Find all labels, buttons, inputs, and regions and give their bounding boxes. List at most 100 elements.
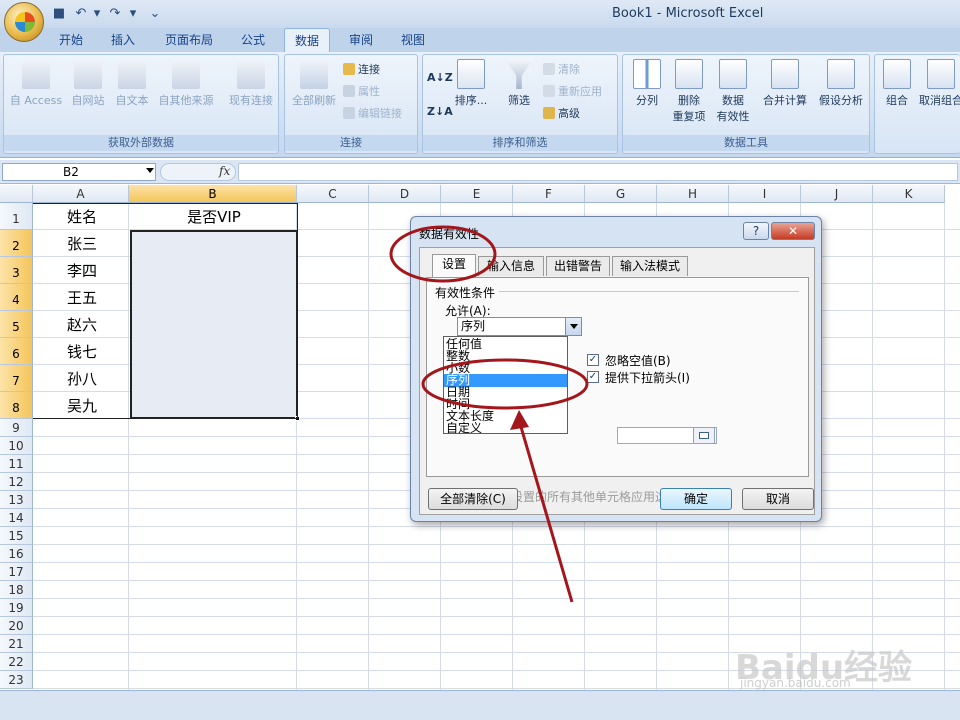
cell-a8[interactable]: 吴九 — [34, 393, 130, 419]
cell-a4[interactable]: 王五 — [34, 285, 130, 311]
cell-b1[interactable]: 是否VIP — [130, 204, 298, 230]
tab-view[interactable]: 视图 — [390, 28, 436, 52]
row-header-16[interactable]: 16 — [0, 545, 33, 563]
column-header-g[interactable]: G — [585, 185, 657, 203]
refresh-all-button[interactable]: 全部刷新 — [287, 59, 341, 108]
from-other-sources-button[interactable]: 自其他来源 — [154, 59, 218, 108]
tab-review[interactable]: 审阅 — [338, 28, 384, 52]
allow-dropdown-list[interactable]: 任何值 整数 小数 序列 日期 时间 文本长度 自定义 — [443, 336, 568, 434]
save-icon[interactable]: ■ — [50, 5, 68, 23]
row-header-17[interactable]: 17 — [0, 563, 33, 581]
collapse-dialog-button[interactable] — [693, 427, 715, 444]
row-header-8[interactable]: 8 — [0, 392, 33, 419]
redo-dropdown-icon[interactable]: ▾ — [124, 5, 142, 23]
column-header-c[interactable]: C — [297, 185, 369, 203]
cell-a6[interactable]: 钱七 — [34, 339, 130, 365]
cell-a3[interactable]: 李四 — [34, 258, 130, 284]
select-all-corner[interactable] — [0, 185, 33, 203]
tab-insert[interactable]: 插入 — [100, 28, 146, 52]
dialog-tab-settings[interactable]: 设置 — [432, 254, 476, 278]
dialog-tab-input-message[interactable]: 输入信息 — [478, 256, 544, 276]
row-header-2[interactable]: 2 — [0, 230, 33, 257]
insert-function-icon[interactable]: fx — [219, 164, 230, 178]
name-box[interactable]: B2 — [2, 163, 156, 181]
row-header-4[interactable]: 4 — [0, 284, 33, 311]
text-to-columns-button[interactable]: 分列 — [627, 59, 667, 108]
column-header-h[interactable]: H — [657, 185, 729, 203]
edit-links-button[interactable]: 编辑链接 — [343, 105, 402, 123]
row-header-1[interactable]: 1 — [0, 203, 33, 230]
help-button[interactable]: ? — [743, 222, 769, 240]
tab-page-layout[interactable]: 页面布局 — [156, 28, 222, 52]
row-header-13[interactable]: 13 — [0, 491, 33, 509]
ignore-blank-checkbox[interactable]: ✓ — [587, 354, 599, 366]
sort-ascending-button[interactable]: A↓Z — [427, 69, 453, 87]
properties-button[interactable]: 属性 — [343, 83, 380, 101]
row-header-12[interactable]: 12 — [0, 473, 33, 491]
row-header-5[interactable]: 5 — [0, 311, 33, 338]
from-web-button[interactable]: 自网站 — [66, 59, 110, 108]
column-header-b[interactable]: B — [129, 185, 297, 203]
ungroup-button[interactable]: 取消组合 — [919, 59, 960, 108]
row-header-15[interactable]: 15 — [0, 527, 33, 545]
dropdown-arrow-checkbox[interactable]: ✓ — [587, 371, 599, 383]
allow-option[interactable]: 自定义 — [444, 422, 567, 435]
allow-select[interactable]: 序列 — [457, 317, 582, 336]
row-header-23[interactable]: 23 — [0, 671, 33, 689]
ok-button[interactable]: 确定 — [660, 488, 732, 510]
row-header-11[interactable]: 11 — [0, 455, 33, 473]
row-header-22[interactable]: 22 — [0, 653, 33, 671]
row-header-19[interactable]: 19 — [0, 599, 33, 617]
row-header-10[interactable]: 10 — [0, 437, 33, 455]
customize-qat-icon[interactable]: ⌄ — [146, 5, 164, 23]
group-button[interactable]: 组合 — [879, 59, 915, 108]
column-header-a[interactable]: A — [33, 185, 129, 203]
cell-a5[interactable]: 赵六 — [34, 312, 130, 338]
connections-button[interactable]: 连接 — [343, 61, 380, 79]
tab-formulas[interactable]: 公式 — [230, 28, 276, 52]
clear-all-button[interactable]: 全部清除(C) — [428, 488, 518, 510]
data-validation-button[interactable]: 数据 有效性 — [711, 59, 755, 124]
chevron-down-icon[interactable] — [565, 318, 581, 335]
row-header-6[interactable]: 6 — [0, 338, 33, 365]
column-header-d[interactable]: D — [369, 185, 441, 203]
horizontal-scrollbar[interactable] — [0, 690, 960, 720]
consolidate-button[interactable]: 合并计算 — [759, 59, 811, 108]
what-if-button[interactable]: 假设分析 — [813, 59, 869, 108]
sort-button[interactable]: 排序... — [453, 59, 489, 108]
cancel-button[interactable]: 取消 — [742, 488, 814, 510]
tab-data[interactable]: 数据 — [284, 28, 330, 52]
cell-a1[interactable]: 姓名 — [34, 204, 130, 230]
name-box-dropdown-icon[interactable] — [146, 168, 154, 173]
from-access-button[interactable]: 自 Access — [8, 59, 64, 108]
formula-input[interactable] — [238, 163, 958, 181]
close-button[interactable]: ✕ — [771, 222, 815, 240]
column-header-j[interactable]: J — [801, 185, 873, 203]
row-header-18[interactable]: 18 — [0, 581, 33, 599]
from-text-button[interactable]: 自文本 — [110, 59, 154, 108]
row-header-3[interactable]: 3 — [0, 257, 33, 284]
dialog-tab-ime-mode[interactable]: 输入法模式 — [612, 256, 688, 276]
row-header-20[interactable]: 20 — [0, 617, 33, 635]
column-header-i[interactable]: I — [729, 185, 801, 203]
reapply-button[interactable]: 重新应用 — [543, 83, 602, 101]
cell-a7[interactable]: 孙八 — [34, 366, 130, 392]
row-header-9[interactable]: 9 — [0, 419, 33, 437]
column-header-k[interactable]: K — [873, 185, 945, 203]
dialog-tab-error-alert[interactable]: 出错警告 — [546, 256, 610, 276]
sort-descending-button[interactable]: Z↓A — [427, 103, 453, 121]
undo-dropdown-icon[interactable]: ▾ — [88, 5, 106, 23]
redo-icon[interactable]: ↷ — [106, 5, 124, 23]
column-header-e[interactable]: E — [441, 185, 513, 203]
cell-a2[interactable]: 张三 — [34, 231, 130, 257]
filter-button[interactable]: 筛选 — [501, 59, 537, 108]
row-header-21[interactable]: 21 — [0, 635, 33, 653]
advanced-filter-button[interactable]: 高级 — [543, 105, 580, 123]
office-button[interactable] — [4, 2, 44, 42]
row-header-7[interactable]: 7 — [0, 365, 33, 392]
existing-connections-button[interactable]: 现有连接 — [224, 59, 278, 108]
remove-duplicates-button[interactable]: 删除 重复项 — [667, 59, 711, 124]
clear-filter-button[interactable]: 清除 — [543, 61, 580, 79]
row-header-14[interactable]: 14 — [0, 509, 33, 527]
column-header-f[interactable]: F — [513, 185, 585, 203]
